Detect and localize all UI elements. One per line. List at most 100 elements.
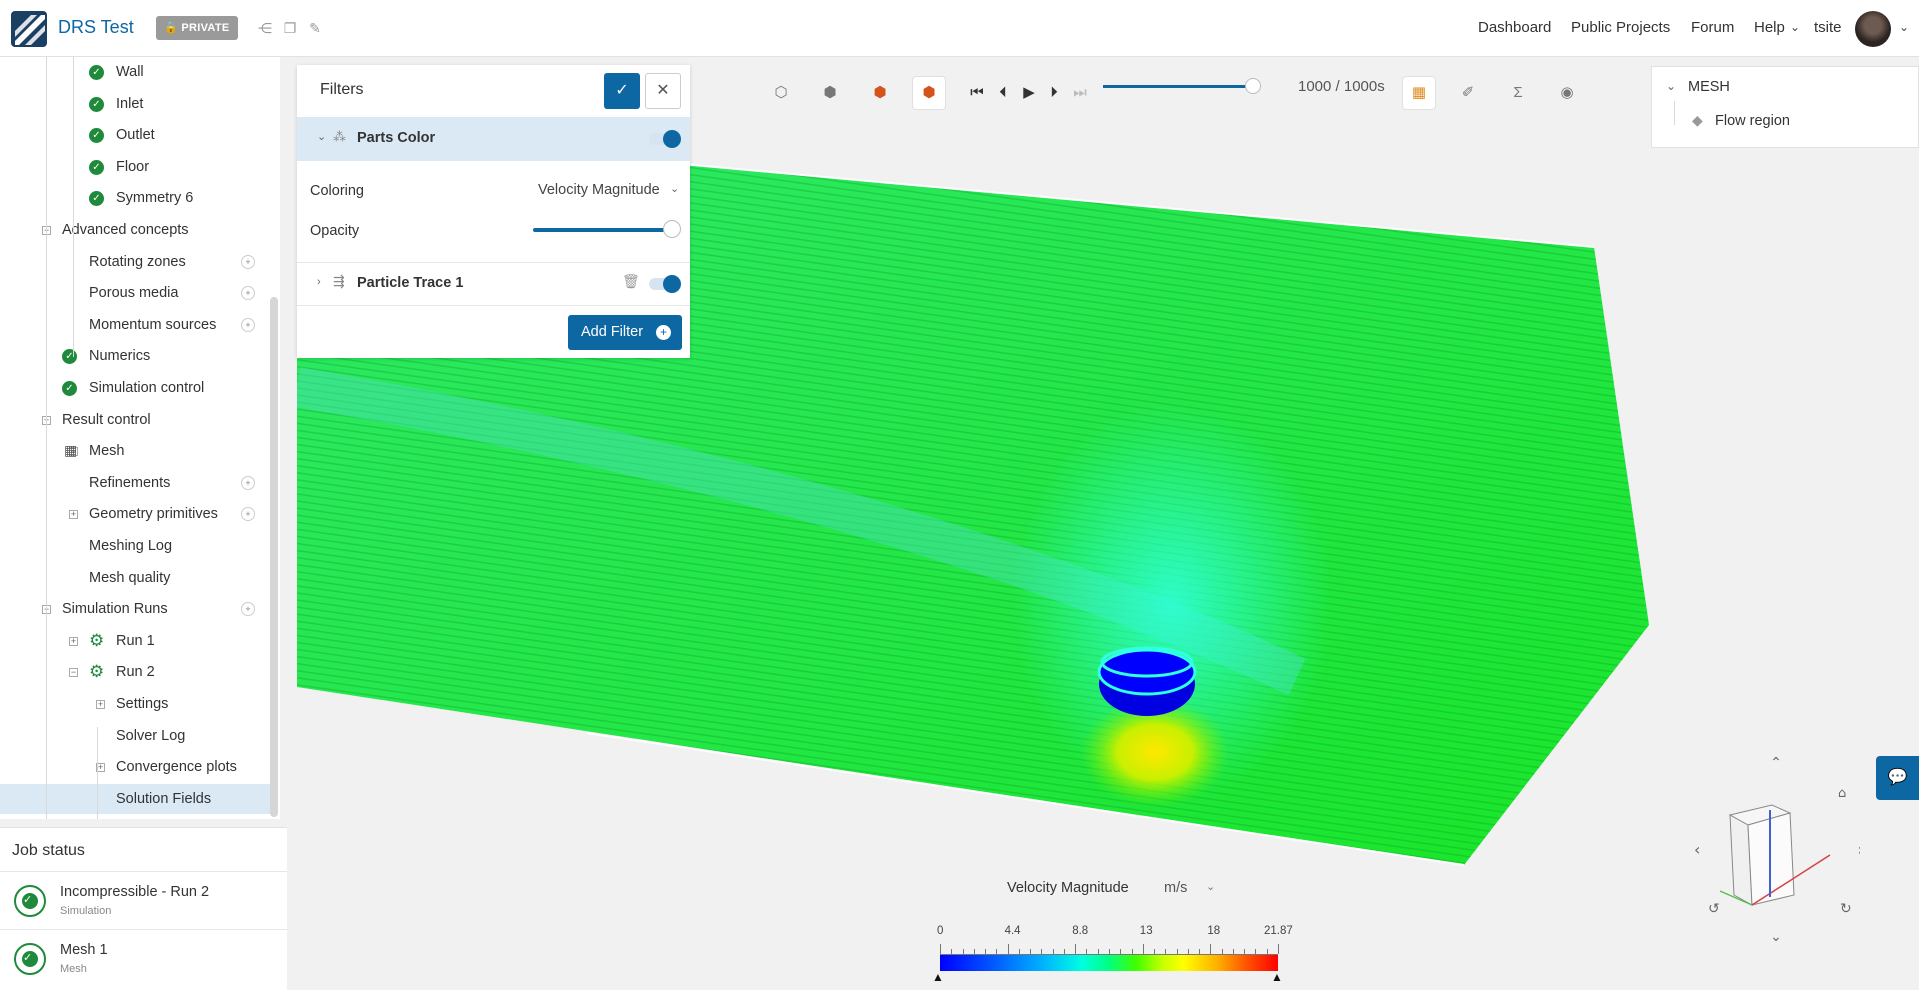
check-icon: ✓	[62, 349, 77, 365]
chevron-down-icon[interactable]: ⌄	[1899, 20, 1909, 34]
tree-item[interactable]: −Advanced concepts	[0, 215, 270, 245]
close-button[interactable]: ✕	[645, 73, 681, 109]
add-filter-button[interactable]: Add Filter +	[568, 315, 682, 350]
solid-view-icon[interactable]: ⬢	[814, 77, 846, 109]
legend-tick-mark	[1176, 949, 1178, 954]
camera-icon[interactable]: ◉	[1551, 77, 1583, 109]
tree-item[interactable]: − ⚙ Run 2	[0, 657, 270, 687]
project-title[interactable]: DRS Test	[58, 17, 134, 38]
colored-edges-view-icon[interactable]: ⬢	[913, 77, 945, 109]
tree-item[interactable]: ✓ Numerics	[0, 341, 270, 371]
chevron-down-icon[interactable]: ⌄	[1790, 20, 1800, 34]
expand-icon[interactable]: +	[96, 700, 105, 709]
orientation-cube[interactable]: ⌃ ‹ › ⌄ ⌂ ↺ ↻	[1690, 755, 1860, 945]
share-icon[interactable]: ⋲	[257, 20, 273, 36]
tree-item[interactable]: Solution Fields	[0, 783, 270, 814]
arrow-down-icon[interactable]: ⌄	[1770, 929, 1782, 945]
tree-item[interactable]: +Result control	[0, 405, 270, 435]
tree-item[interactable]: − ▦ Mesh	[0, 436, 270, 466]
flow-region-item[interactable]: Flow region	[1715, 113, 1790, 129]
nav-help[interactable]: Help	[1754, 19, 1785, 36]
chevron-down-icon[interactable]: ⌄	[317, 130, 326, 143]
mesh-header[interactable]: MESH	[1688, 79, 1730, 95]
rotate-left-icon[interactable]: ↺	[1708, 901, 1720, 917]
tree-item[interactable]: Meshing Log	[0, 531, 270, 561]
tree-item[interactable]: + ⚙ Run 1	[0, 626, 270, 656]
chat-button[interactable]: 💬	[1876, 756, 1919, 800]
tree-item[interactable]: −Simulation Runs+	[0, 594, 270, 624]
expand-icon[interactable]: +	[69, 510, 78, 520]
copy-icon[interactable]: ❐	[282, 20, 298, 36]
close-icon: ✕	[656, 82, 670, 99]
add-icon[interactable]: +	[241, 475, 255, 490]
confirm-button[interactable]: ✓	[604, 73, 640, 109]
chevron-right-icon[interactable]: ›	[317, 276, 321, 288]
tree-item[interactable]: ✓ Inlet	[0, 89, 270, 119]
sidebar-scrollbar[interactable]	[270, 297, 278, 817]
view-cube[interactable]	[1719, 804, 1831, 906]
user-name[interactable]: tsite	[1814, 19, 1842, 36]
add-icon[interactable]: +	[241, 602, 255, 617]
particle-trace-toggle-knob[interactable]	[663, 275, 681, 293]
coloring-select[interactable]: Velocity Magnitude	[538, 182, 660, 198]
legend-unit-select[interactable]: m/s	[1164, 880, 1187, 896]
tree-item[interactable]: ✓ Outlet	[0, 120, 270, 150]
chevron-down-icon[interactable]: ⌄	[1666, 79, 1676, 93]
tree-item[interactable]: ✓ Floor	[0, 152, 270, 182]
timeline-handle[interactable]	[1245, 78, 1261, 94]
avatar[interactable]	[1855, 11, 1891, 47]
tree-item[interactable]: ✓ Wall	[0, 57, 270, 87]
opacity-slider-track[interactable]	[533, 228, 671, 232]
legend-tick-mark	[1007, 944, 1009, 954]
tree-item[interactable]: ✓ Symmetry 6	[0, 183, 270, 213]
arrow-left-icon[interactable]: ‹	[1694, 840, 1700, 859]
skip-to-end-icon[interactable]: ⏭	[1064, 77, 1096, 109]
tree-item[interactable]: + Convergence plots	[0, 752, 270, 782]
job-item[interactable]: ✓ Mesh 1 Mesh	[0, 929, 287, 987]
tree-item-label: Symmetry 6	[116, 190, 194, 207]
tree-item[interactable]: Porous media +	[0, 278, 270, 308]
simscale-logo[interactable]	[11, 11, 47, 47]
arrow-up-icon[interactable]: ⌃	[1770, 755, 1782, 771]
nav-forum[interactable]: Forum	[1691, 19, 1734, 36]
tree-item[interactable]: + Settings	[0, 689, 270, 719]
nav-public-projects[interactable]: Public Projects	[1571, 19, 1670, 36]
probe-icon[interactable]: ✐	[1452, 77, 1484, 109]
parts-color-toggle-knob[interactable]	[663, 130, 681, 148]
wireframe-view-icon[interactable]: ⬡	[765, 77, 797, 109]
collapse-icon[interactable]: −	[69, 668, 78, 678]
legend-max-handle[interactable]: ▲	[1271, 970, 1283, 984]
chevron-down-icon[interactable]: ⌄	[1206, 880, 1215, 893]
job-item[interactable]: ✓ Incompressible - Run 2 Simulation	[0, 871, 287, 929]
tree-item[interactable]: Rotating zones +	[0, 247, 270, 277]
tree-item-label: Convergence plots	[116, 759, 237, 776]
timeline-track[interactable]	[1103, 85, 1253, 88]
trash-icon[interactable]: 🗑	[622, 273, 640, 290]
add-icon[interactable]: +	[241, 507, 255, 522]
tree-item[interactable]: Momentum sources +	[0, 310, 270, 340]
parts-color-header[interactable]: ⌄ ⁂ Parts Color	[297, 117, 690, 161]
nav-dashboard[interactable]: Dashboard	[1478, 19, 1551, 36]
rotate-right-icon[interactable]: ↻	[1840, 901, 1852, 917]
particle-trace-label[interactable]: Particle Trace 1	[357, 275, 463, 291]
add-icon[interactable]: +	[241, 254, 255, 269]
chevron-down-icon[interactable]: ⌄	[670, 182, 679, 195]
opacity-slider-handle[interactable]	[663, 220, 681, 238]
tree-item[interactable]: ✓ Simulation control	[0, 373, 270, 403]
add-icon[interactable]: +	[241, 317, 255, 332]
colored-view-icon[interactable]: ⬢	[864, 77, 896, 109]
edit-icon[interactable]: ✎	[307, 20, 323, 36]
expand-icon[interactable]: +	[69, 636, 78, 646]
legend-colorbar	[940, 955, 1278, 971]
tree-item[interactable]: Solver Log	[0, 721, 270, 751]
tree-item[interactable]: + Geometry primitives +	[0, 499, 270, 529]
add-icon[interactable]: +	[241, 286, 255, 301]
tree-item[interactable]: Mesh quality	[0, 563, 270, 593]
legend-toggle-icon[interactable]: ▦	[1403, 77, 1435, 109]
legend-tick-mark	[1210, 944, 1212, 954]
home-icon[interactable]: ⌂	[1838, 786, 1846, 801]
legend-min-handle[interactable]: ▲	[932, 970, 944, 984]
tree-item[interactable]: Refinements +	[0, 468, 270, 498]
arrow-right-icon[interactable]: ›	[1858, 840, 1860, 859]
sigma-icon[interactable]: Σ	[1502, 77, 1534, 109]
